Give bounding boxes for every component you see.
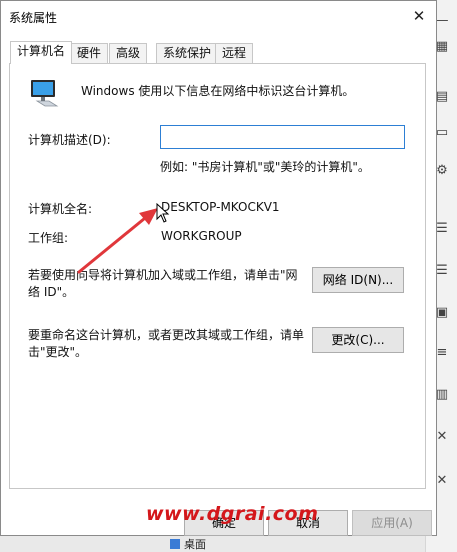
tool-icon: ▤: [435, 89, 449, 104]
list-icon: ☰: [436, 263, 448, 278]
close-button[interactable]: ✕: [408, 5, 430, 27]
taskbar-item-desktop[interactable]: 桌面: [170, 536, 206, 552]
grid-icon: ▦: [435, 39, 449, 54]
background-taskbar: 桌面: [0, 534, 425, 552]
display-icon: ▭: [435, 125, 449, 140]
workgroup-value: WORKGROUP: [161, 229, 242, 243]
system-properties-dialog: 系统属性 ✕ 计算机名 硬件 高级 系统保护 远程 Windows 使用以下信息…: [0, 0, 437, 536]
panel-icon: ▣: [435, 305, 449, 320]
tab-advanced[interactable]: 高级: [109, 43, 148, 63]
list-icon: ≡: [436, 345, 448, 360]
cross-icon: ✕: [436, 473, 448, 488]
settings-icon: ⚙: [436, 163, 448, 178]
network-id-button[interactable]: 网络 ID(N)...: [312, 267, 404, 293]
rename-text: 要重命名这台计算机，或者更改其域或工作组，请单击"更改"。: [28, 328, 305, 359]
title-bar[interactable]: 系统属性 ✕: [1, 1, 436, 31]
minimize-icon: —: [435, 13, 449, 28]
full-name-value: DESKTOP-MKOCKV1: [161, 200, 280, 214]
tab-remote[interactable]: 远程: [215, 43, 254, 63]
description-label: 计算机描述(D):: [28, 133, 111, 147]
tab-system-protection[interactable]: 系统保护: [156, 43, 219, 63]
mouse-cursor-icon: [156, 203, 170, 223]
watermark: www.dgrai.com: [146, 503, 319, 525]
computer-icon: [31, 80, 59, 107]
full-name-label: 计算机全名:: [28, 202, 93, 216]
change-button[interactable]: 更改(C)...: [312, 327, 404, 353]
cross-icon: ✕: [436, 429, 448, 444]
computer-description-input[interactable]: [160, 125, 405, 149]
description-hint: 例如: "书房计算机"或"美玲的计算机"。: [160, 160, 370, 174]
network-id-text: 若要使用向导将计算机加入域或工作组，请单击"网络 ID"。: [28, 268, 298, 299]
window-title: 系统属性: [9, 11, 58, 25]
layout-icon: ▥: [435, 387, 449, 402]
tab-hardware[interactable]: 硬件: [70, 43, 109, 63]
list-icon: ☰: [436, 221, 448, 236]
apply-button[interactable]: 应用(A): [352, 510, 432, 536]
tab-computer-name[interactable]: 计算机名: [10, 41, 73, 64]
info-text: Windows 使用以下信息在网络中标识这台计算机。: [81, 84, 355, 98]
workgroup-label: 工作组:: [28, 231, 69, 245]
